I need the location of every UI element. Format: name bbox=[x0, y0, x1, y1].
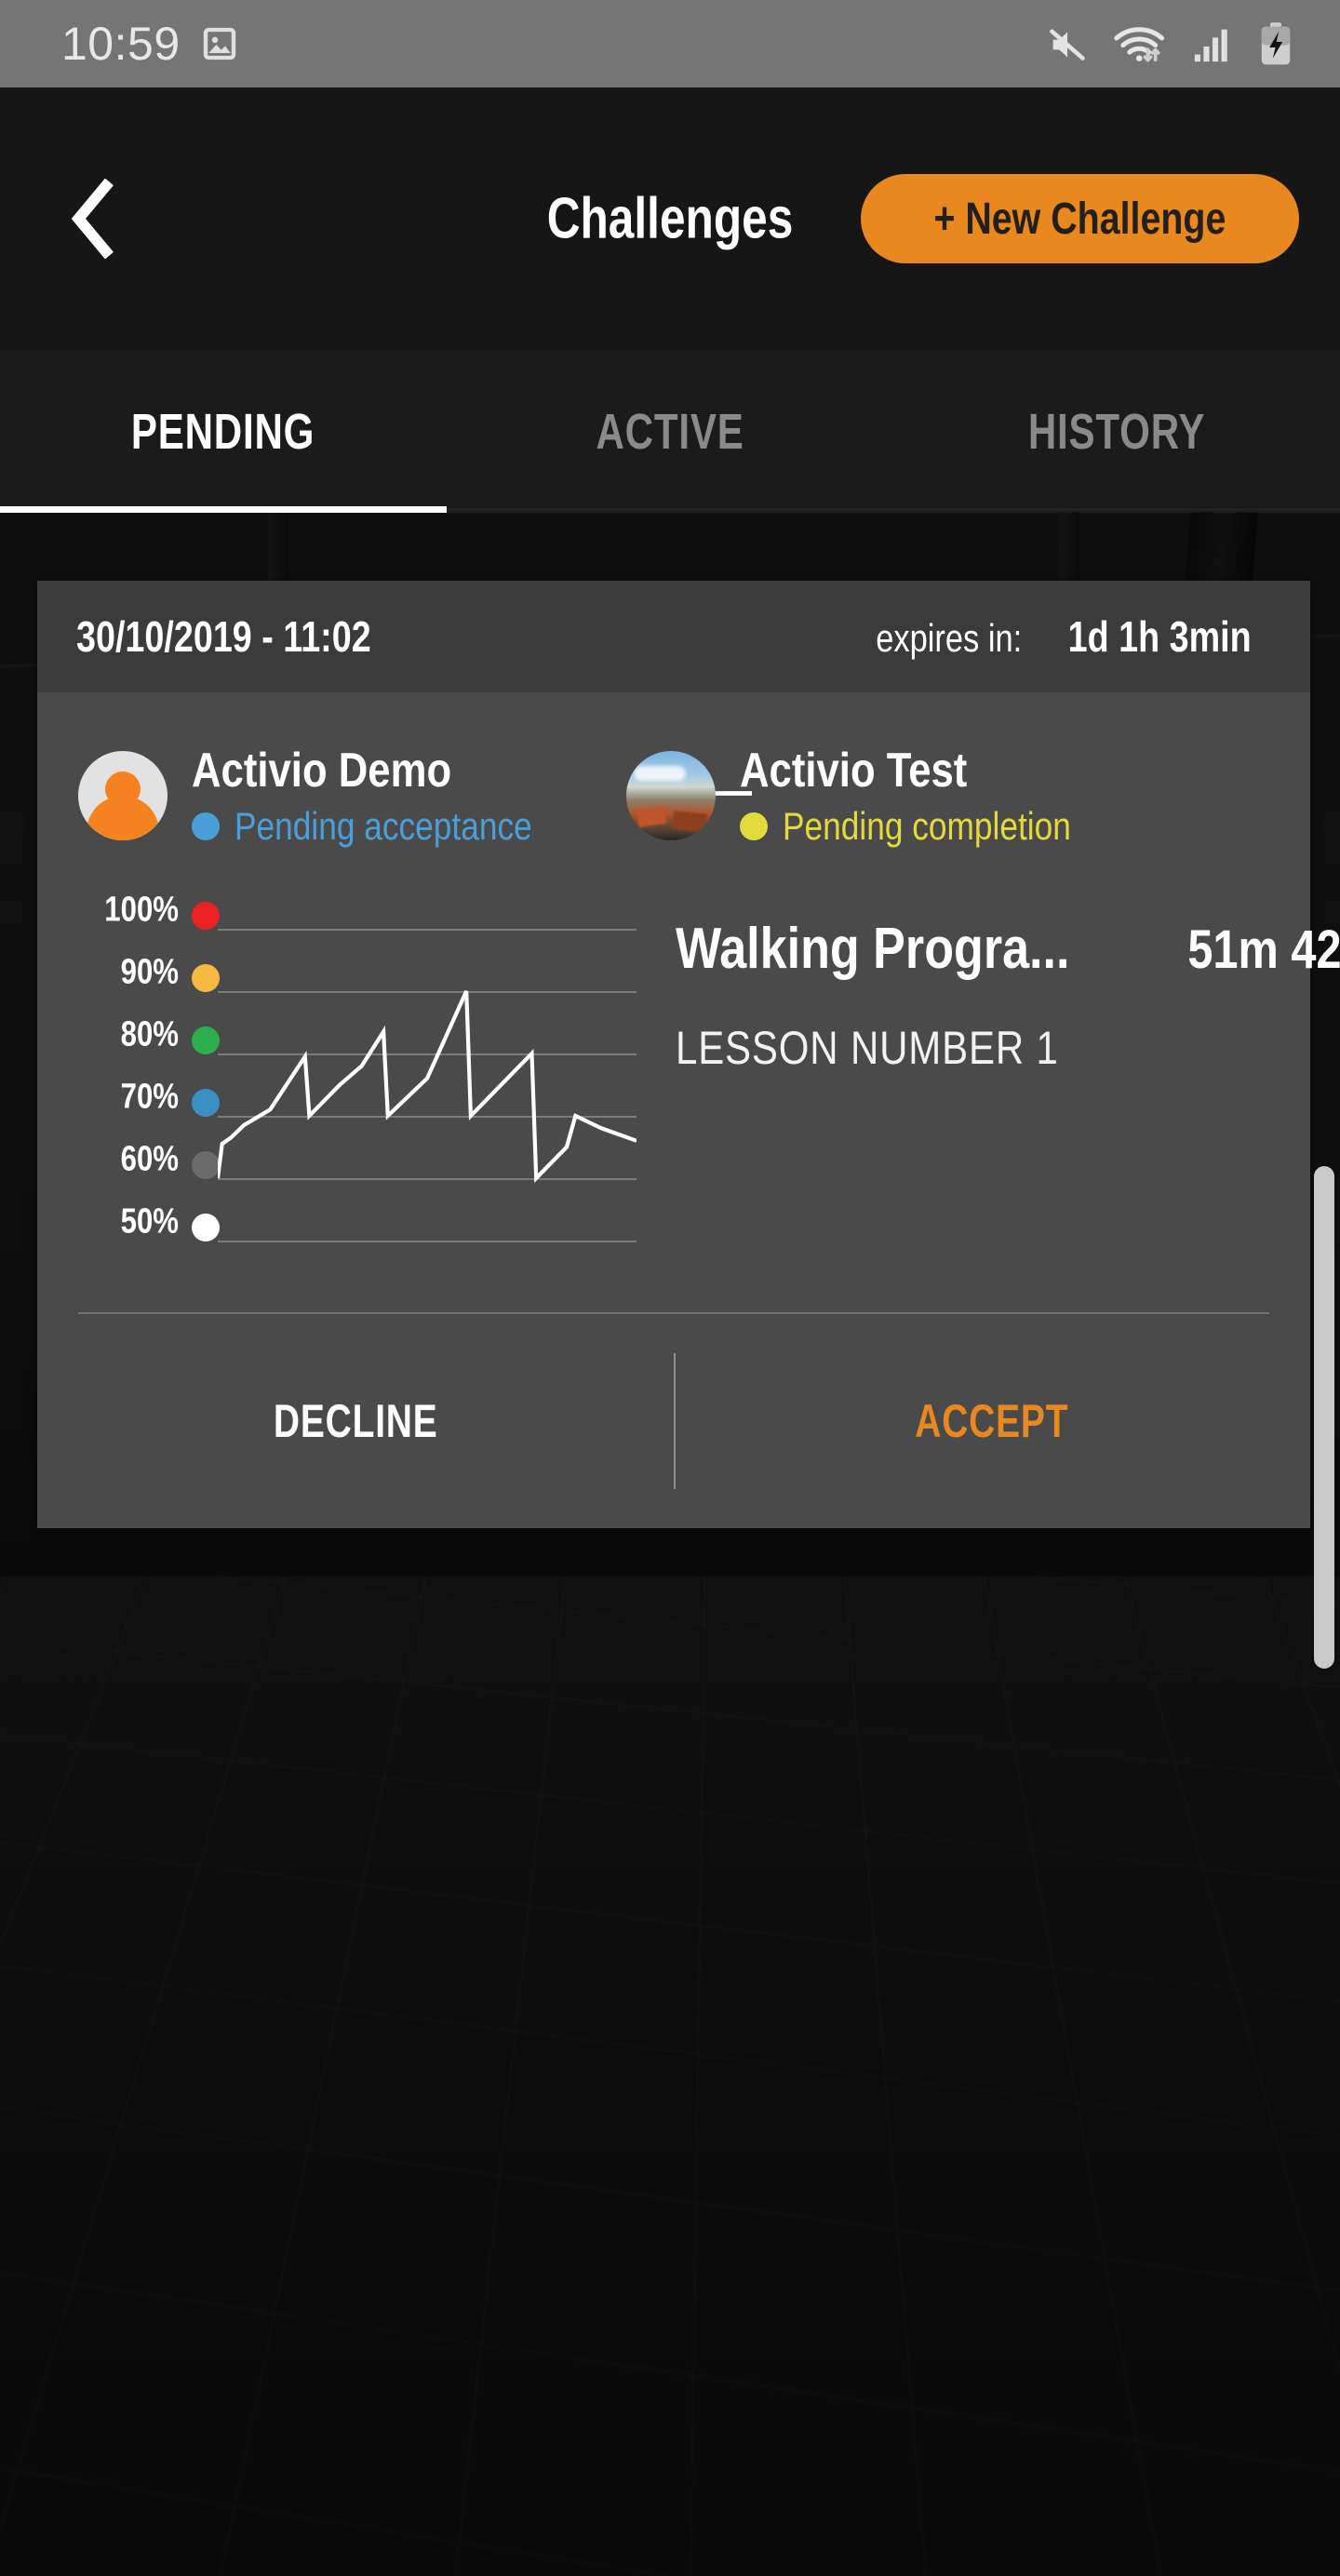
chart-ytick-label: 100% bbox=[104, 890, 179, 929]
status-bar-left: 10:59 bbox=[61, 17, 238, 71]
battery-charging-icon bbox=[1261, 22, 1291, 65]
challenge-actions: DECLINE ACCEPT bbox=[37, 1314, 1310, 1528]
workout-duration: 51m 42s bbox=[1187, 919, 1340, 980]
expiry-label: expires in: bbox=[876, 616, 1023, 660]
chart-ytick-label: 50% bbox=[120, 1201, 179, 1241]
action-divider bbox=[674, 1353, 676, 1489]
opponent-info: Activio Test Pending completion bbox=[739, 743, 1126, 849]
challenge-expiry: expires in: 1d 1h 3min bbox=[860, 611, 1271, 662]
workout-title-row: Walking Progra... 51m 42s bbox=[676, 916, 1340, 982]
chart-zone-dot-blue bbox=[192, 1089, 220, 1117]
tab-history-label: HISTORY bbox=[1027, 403, 1206, 460]
chart-ytick-label: 90% bbox=[120, 952, 179, 991]
tab-pending-label: PENDING bbox=[131, 403, 315, 460]
chart-plot-area: 100% 90% 80% 70% 60% 50% bbox=[78, 890, 636, 1288]
decline-label: DECLINE bbox=[273, 1395, 438, 1447]
chart-ytick-label: 60% bbox=[120, 1139, 179, 1178]
tab-bar: PENDING ACTIVE HISTORY bbox=[0, 350, 1340, 513]
workout-summary: Walking Progra... 51m 42s LESSON NUMBER … bbox=[661, 916, 1340, 1312]
status-bar-clock: 10:59 bbox=[61, 18, 181, 70]
challenge-date: 30/10/2019 - 11:02 bbox=[76, 612, 371, 661]
participant-opponent[interactable]: Activio Test Pending completion bbox=[625, 743, 1174, 849]
heart-rate-trace bbox=[218, 990, 636, 1183]
tab-active-underline bbox=[447, 506, 893, 513]
tab-pending[interactable]: PENDING bbox=[0, 350, 447, 513]
chart-zone-dot-yellow bbox=[192, 964, 220, 992]
status-bar-right bbox=[1046, 21, 1310, 66]
decline-button[interactable]: DECLINE bbox=[37, 1314, 674, 1528]
avatar-rooftop bbox=[671, 811, 707, 833]
chart-ytick-label: 80% bbox=[120, 1014, 179, 1053]
chart-zone-dot-white bbox=[192, 1214, 220, 1241]
challenge-card-body: Activio Demo Pending acceptance Activio … bbox=[37, 692, 1340, 1528]
chart-zone-dot-grey bbox=[192, 1151, 220, 1179]
challenge-card-header: 30/10/2019 - 11:02 expires in: 1d 1h 3mi… bbox=[37, 581, 1310, 692]
opponent-status-label: Pending completion bbox=[782, 804, 1071, 848]
opponent-name: Activio Test bbox=[739, 744, 968, 798]
accept-label: ACCEPT bbox=[915, 1395, 1069, 1447]
tab-history-underline bbox=[893, 506, 1340, 513]
opponent-avatar bbox=[625, 751, 716, 840]
status-dot-blue bbox=[192, 812, 220, 840]
challenge-detail: 100% 90% 80% 70% 60% 50% Walking Progra.… bbox=[37, 875, 1340, 1312]
app-header: Challenges + New Challenge bbox=[0, 87, 1340, 350]
workout-lesson: LESSON NUMBER 1 bbox=[676, 1022, 1060, 1074]
challenger-avatar bbox=[78, 751, 168, 840]
avatar-cloud bbox=[633, 766, 686, 781]
challenger-status: Pending acceptance bbox=[192, 804, 589, 849]
tab-pending-underline bbox=[0, 506, 447, 513]
new-challenge-label: + New Challenge bbox=[933, 194, 1226, 244]
heart-rate-chart: 100% 90% 80% 70% 60% 50% bbox=[37, 890, 661, 1312]
expiry-value: 1d 1h 3min bbox=[1067, 612, 1252, 661]
status-bar: 10:59 bbox=[0, 0, 1340, 87]
chart-zone-dot-green bbox=[192, 1026, 220, 1054]
wifi-icon bbox=[1114, 27, 1165, 62]
mute-icon bbox=[1050, 29, 1085, 60]
participant-challenger[interactable]: Activio Demo Pending acceptance bbox=[78, 743, 626, 849]
accept-button[interactable]: ACCEPT bbox=[674, 1314, 1310, 1528]
opponent-status: Pending completion bbox=[739, 804, 1126, 849]
tab-active-label: ACTIVE bbox=[596, 403, 744, 460]
signal-icon bbox=[1194, 29, 1227, 62]
vertical-scrollbar-thumb[interactable] bbox=[1314, 1166, 1334, 1669]
back-button[interactable] bbox=[48, 174, 138, 263]
chart-zone-dot-red bbox=[192, 902, 220, 930]
tab-active[interactable]: ACTIVE bbox=[447, 350, 893, 513]
challenge-participants: Activio Demo Pending acceptance Activio … bbox=[37, 717, 1310, 875]
tab-history[interactable]: HISTORY bbox=[893, 350, 1340, 513]
challenger-status-label: Pending acceptance bbox=[234, 804, 532, 848]
new-challenge-button[interactable]: + New Challenge bbox=[861, 174, 1299, 263]
image-icon bbox=[203, 27, 235, 60]
challenger-name: Activio Demo bbox=[192, 744, 452, 798]
chart-ytick-label: 70% bbox=[120, 1077, 179, 1116]
avatar-rooftop bbox=[636, 807, 666, 827]
chevron-left-icon bbox=[71, 179, 114, 259]
challenger-info: Activio Demo Pending acceptance bbox=[192, 743, 589, 849]
workout-title: Walking Progra... bbox=[676, 917, 1070, 981]
challenge-card[interactable]: 30/10/2019 - 11:02 expires in: 1d 1h 3mi… bbox=[37, 581, 1340, 1528]
